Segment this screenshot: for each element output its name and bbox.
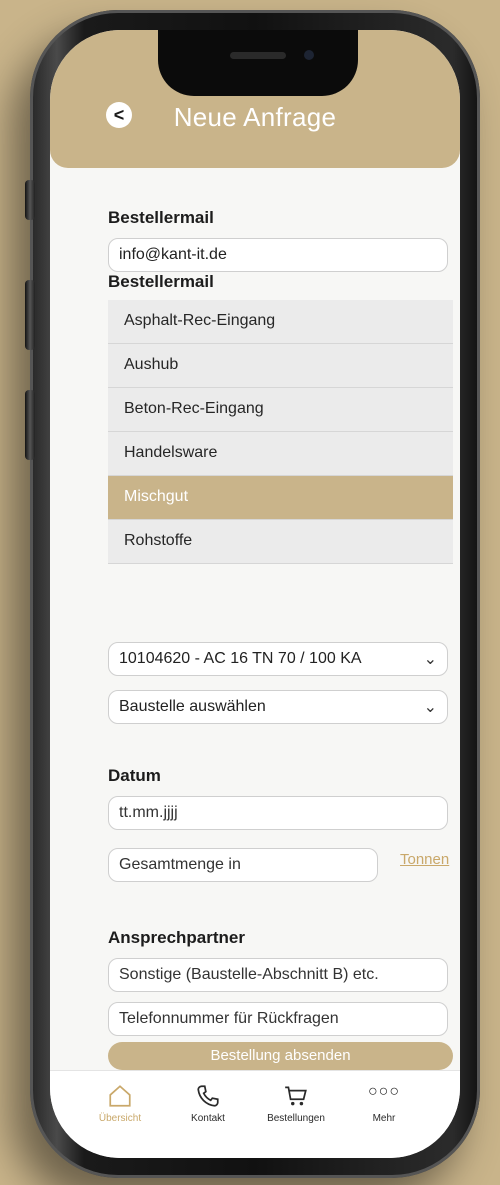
- chevron-down-icon: ⌄: [423, 699, 437, 716]
- tab-more[interactable]: ○○○ Mehr: [344, 1083, 424, 1124]
- speaker-grille: [230, 52, 286, 59]
- volume-down-button: [25, 390, 35, 460]
- contact-label: Ansprechpartner: [108, 928, 245, 947]
- tab-overview[interactable]: Übersicht: [80, 1083, 160, 1124]
- tab-label: Mehr: [372, 1113, 396, 1124]
- tab-orders[interactable]: Bestellungen: [256, 1083, 336, 1124]
- tab-contact[interactable]: Kontakt: [168, 1083, 248, 1124]
- site-select[interactable]: Baustelle auswählen ⌄: [108, 690, 448, 724]
- notch: [158, 30, 358, 96]
- category-item[interactable]: Beton-Rec-Eingang: [108, 388, 453, 432]
- email-label: Bestellermail: [108, 208, 214, 227]
- category-item[interactable]: Aushub: [108, 344, 453, 388]
- date-field[interactable]: tt.mm.jjjj: [108, 796, 448, 830]
- mute-switch: [25, 180, 35, 220]
- cart-icon: [256, 1083, 336, 1111]
- category-item[interactable]: Asphalt-Rec-Eingang: [108, 300, 453, 344]
- product-select[interactable]: 10104620 - AC 16 TN 70 / 100 KA ⌄: [108, 642, 448, 676]
- product-select-value: 10104620 - AC 16 TN 70 / 100 KA: [119, 650, 362, 667]
- volume-up-button: [25, 280, 35, 350]
- category-item[interactable]: Mischgut: [108, 476, 453, 520]
- page-title: Neue Anfrage: [173, 102, 337, 132]
- category-list: Asphalt-Rec-Eingang Aushub Beton-Rec-Einga…: [108, 300, 453, 564]
- phone-frame: < Neue Anfrage Bestellermail info@kant-i…: [25, 10, 480, 1178]
- more-icon: ○○○: [368, 1083, 400, 1100]
- chevron-down-icon: ⌄: [423, 651, 437, 668]
- date-label: Datum: [108, 766, 161, 785]
- camera-icon: [304, 50, 314, 60]
- phone-icon: [168, 1083, 248, 1111]
- phone-field[interactable]: Telefonnummer für Rückfragen: [108, 1002, 448, 1036]
- category-item[interactable]: Rohstoffe: [108, 520, 453, 564]
- screen: < Neue Anfrage Bestellermail info@kant-i…: [50, 30, 460, 1158]
- scene: < Neue Anfrage Bestellermail info@kant-i…: [0, 0, 500, 1185]
- site-select-value: Baustelle auswählen: [119, 698, 266, 715]
- category-item[interactable]: Handelsware: [108, 432, 453, 476]
- tab-bar: Übersicht Kontakt Bestellungen ○○○ Mehr: [50, 1070, 460, 1158]
- category-label: Bestellermail: [108, 272, 214, 291]
- unit-link[interactable]: Tonnen: [400, 851, 449, 868]
- home-icon: [80, 1083, 160, 1111]
- tab-label: Übersicht: [98, 1113, 142, 1124]
- contact-field[interactable]: Sonstige (Baustelle-Abschnitt B) etc.: [108, 958, 448, 992]
- tab-label: Bestellungen: [267, 1113, 325, 1124]
- email-field[interactable]: info@kant-it.de: [108, 238, 448, 272]
- submit-button[interactable]: Bestellung absenden: [108, 1042, 453, 1070]
- tab-label: Kontakt: [191, 1113, 225, 1124]
- quantity-field[interactable]: Gesamtmenge in: [108, 848, 378, 882]
